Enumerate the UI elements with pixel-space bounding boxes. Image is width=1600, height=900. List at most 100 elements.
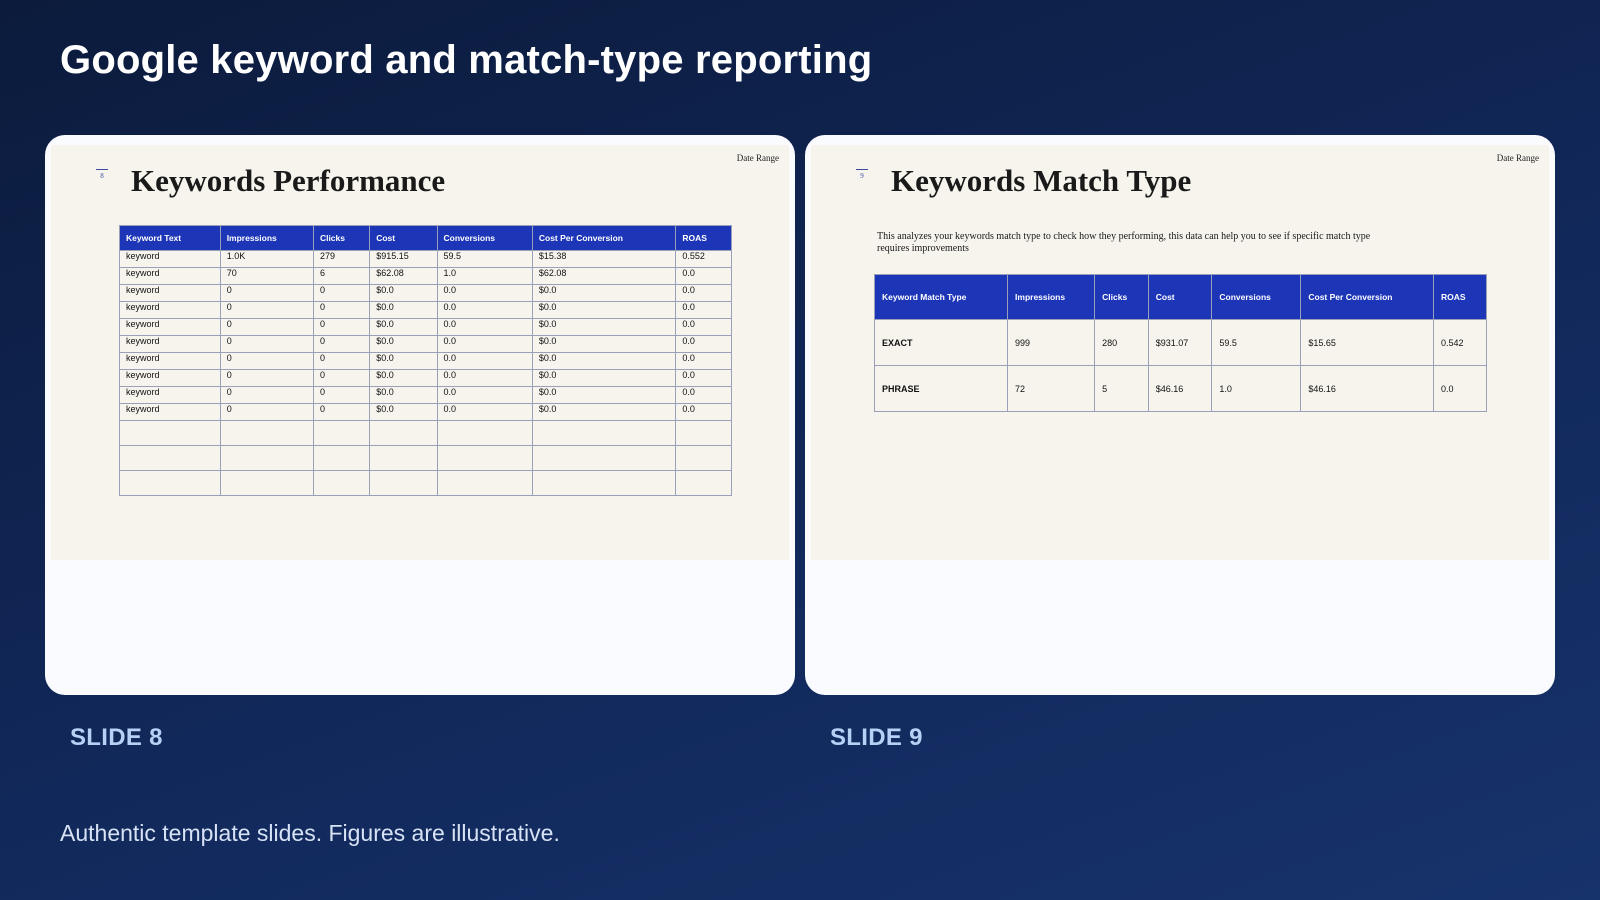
table-row: keyword 1.0K 279 $915.15 59.5 $15.38 0.552 (119, 250, 732, 268)
table-cell: 999 (1007, 319, 1096, 366)
table-row: keyword 0 0 $0.0 0.0 $0.0 0.0 (119, 301, 732, 319)
table-cell: 1.0K (219, 250, 314, 268)
table-cell (119, 470, 221, 496)
table-cell (312, 420, 371, 446)
table-cell: $915.15 (369, 250, 438, 268)
slide-9-preview: 9 Date Range Keywords Match Type This an… (811, 145, 1549, 560)
table-cell: $0.0 (369, 386, 438, 404)
table-cell: $46.16 (1147, 365, 1213, 412)
date-range-label: Date Range (1496, 153, 1539, 163)
table-cell: keyword (119, 352, 221, 370)
keywords-performance-table: Keyword Text Impressions Clicks Cost Convers… (119, 225, 732, 496)
column-header: Cost Per Conversion (1300, 274, 1434, 320)
table-cell (436, 470, 533, 496)
table-row: keyword 0 0 $0.0 0.0 $0.0 0.0 (119, 369, 732, 387)
table-cell: 0.0 (675, 267, 732, 285)
table-cell: 72 (1007, 365, 1096, 412)
table-cell: 0 (219, 386, 314, 404)
column-header: Keyword Text (119, 225, 221, 251)
slide-number: 9 (856, 169, 868, 180)
table-cell: $0.0 (531, 284, 677, 302)
slide-number: 8 (96, 169, 108, 180)
table-header-row: Keyword Text Impressions Clicks Cost Convers… (119, 225, 732, 251)
table-cell: $62.08 (369, 267, 438, 285)
table-cell: 0.0 (675, 369, 732, 387)
column-header: Clicks (1094, 274, 1149, 320)
keywords-match-type-table: Keyword Match Type Impressions Clicks Cost C… (873, 274, 1488, 412)
table-row: keyword 0 0 $0.0 0.0 $0.0 0.0 (119, 386, 732, 404)
slide-8-preview: 8 Date Range Keywords Performance Keywor… (51, 145, 789, 560)
column-header: Impressions (1007, 274, 1096, 320)
table-cell: 0.0 (436, 301, 533, 319)
table-cell: $15.38 (531, 250, 677, 268)
slide-9-card[interactable]: 9 Date Range Keywords Match Type This an… (805, 135, 1555, 695)
empty-table-row (119, 445, 732, 471)
slide-title: Keywords Performance (131, 163, 446, 198)
table-cell: $0.0 (531, 386, 677, 404)
table-cell: 6 (312, 267, 371, 285)
column-header: Clicks (312, 225, 371, 251)
table-cell (531, 470, 677, 496)
table-cell (531, 445, 677, 471)
table-cell (369, 470, 438, 496)
table-cell: 1.0 (1211, 365, 1302, 412)
table-cell: $15.65 (1300, 319, 1434, 366)
table-cell: 0 (312, 403, 371, 421)
table-cell: $931.07 (1147, 319, 1213, 366)
column-header: ROAS (1432, 274, 1488, 320)
table-row: EXACT 999 280 $931.07 59.5 $15.65 0.542 (873, 319, 1488, 366)
table-cell: 0 (312, 335, 371, 353)
table-header-row: Keyword Match Type Impressions Clicks Cost C… (873, 274, 1488, 320)
table-cell: 0.0 (436, 318, 533, 336)
date-range-label: Date Range (736, 153, 779, 163)
table-cell: 1.0 (436, 267, 533, 285)
table-cell: 0 (219, 284, 314, 302)
table-cell: $0.0 (369, 352, 438, 370)
table-cell: $0.0 (531, 318, 677, 336)
table-cell: 0.0 (436, 369, 533, 387)
table-cell: $0.0 (531, 301, 677, 319)
empty-table-row (119, 420, 732, 446)
table-cell: $0.0 (369, 369, 438, 387)
table-cell: keyword (119, 318, 221, 336)
table-cell: $46.16 (1300, 365, 1434, 412)
table-row: keyword 0 0 $0.0 0.0 $0.0 0.0 (119, 352, 732, 370)
table-cell: 5 (1094, 365, 1149, 412)
table-cell: 0.0 (436, 386, 533, 404)
table-cell (219, 445, 314, 471)
table-cell: $0.0 (531, 369, 677, 387)
column-header: Cost (369, 225, 438, 251)
table-cell: 59.5 (436, 250, 533, 268)
table-cell: 0 (312, 352, 371, 370)
table-row: keyword 0 0 $0.0 0.0 $0.0 0.0 (119, 335, 732, 353)
table-cell (119, 445, 221, 471)
table-row: keyword 0 0 $0.0 0.0 $0.0 0.0 (119, 284, 732, 302)
table-cell (369, 445, 438, 471)
slide-8-card[interactable]: 8 Date Range Keywords Performance Keywor… (45, 135, 795, 695)
table-cell: 0.0 (675, 301, 732, 319)
table-cell (369, 420, 438, 446)
table-cell: $0.0 (531, 335, 677, 353)
column-header: Cost (1147, 274, 1213, 320)
empty-table-row (119, 470, 732, 496)
table-cell (675, 445, 732, 471)
table-cell: keyword (119, 335, 221, 353)
column-header: Keyword Match Type (873, 274, 1009, 320)
table-row: keyword 0 0 $0.0 0.0 $0.0 0.0 (119, 403, 732, 421)
slide-9-label: SLIDE 9 (830, 724, 923, 751)
table-cell (312, 470, 371, 496)
table-cell: 0 (219, 369, 314, 387)
column-header: Impressions (219, 225, 314, 251)
table-cell: 0 (312, 318, 371, 336)
table-cell: keyword (119, 284, 221, 302)
table-cell: keyword (119, 250, 221, 268)
table-cell (436, 445, 533, 471)
table-row: PHRASE 72 5 $46.16 1.0 $46.16 0.0 (873, 365, 1488, 412)
table-cell: 0.0 (675, 403, 732, 421)
table-cell: 0 (219, 403, 314, 421)
table-cell: keyword (119, 386, 221, 404)
table-cell (119, 420, 221, 446)
table-cell: $0.0 (369, 335, 438, 353)
slide-title: Keywords Match Type (891, 163, 1192, 198)
table-cell (531, 420, 677, 446)
